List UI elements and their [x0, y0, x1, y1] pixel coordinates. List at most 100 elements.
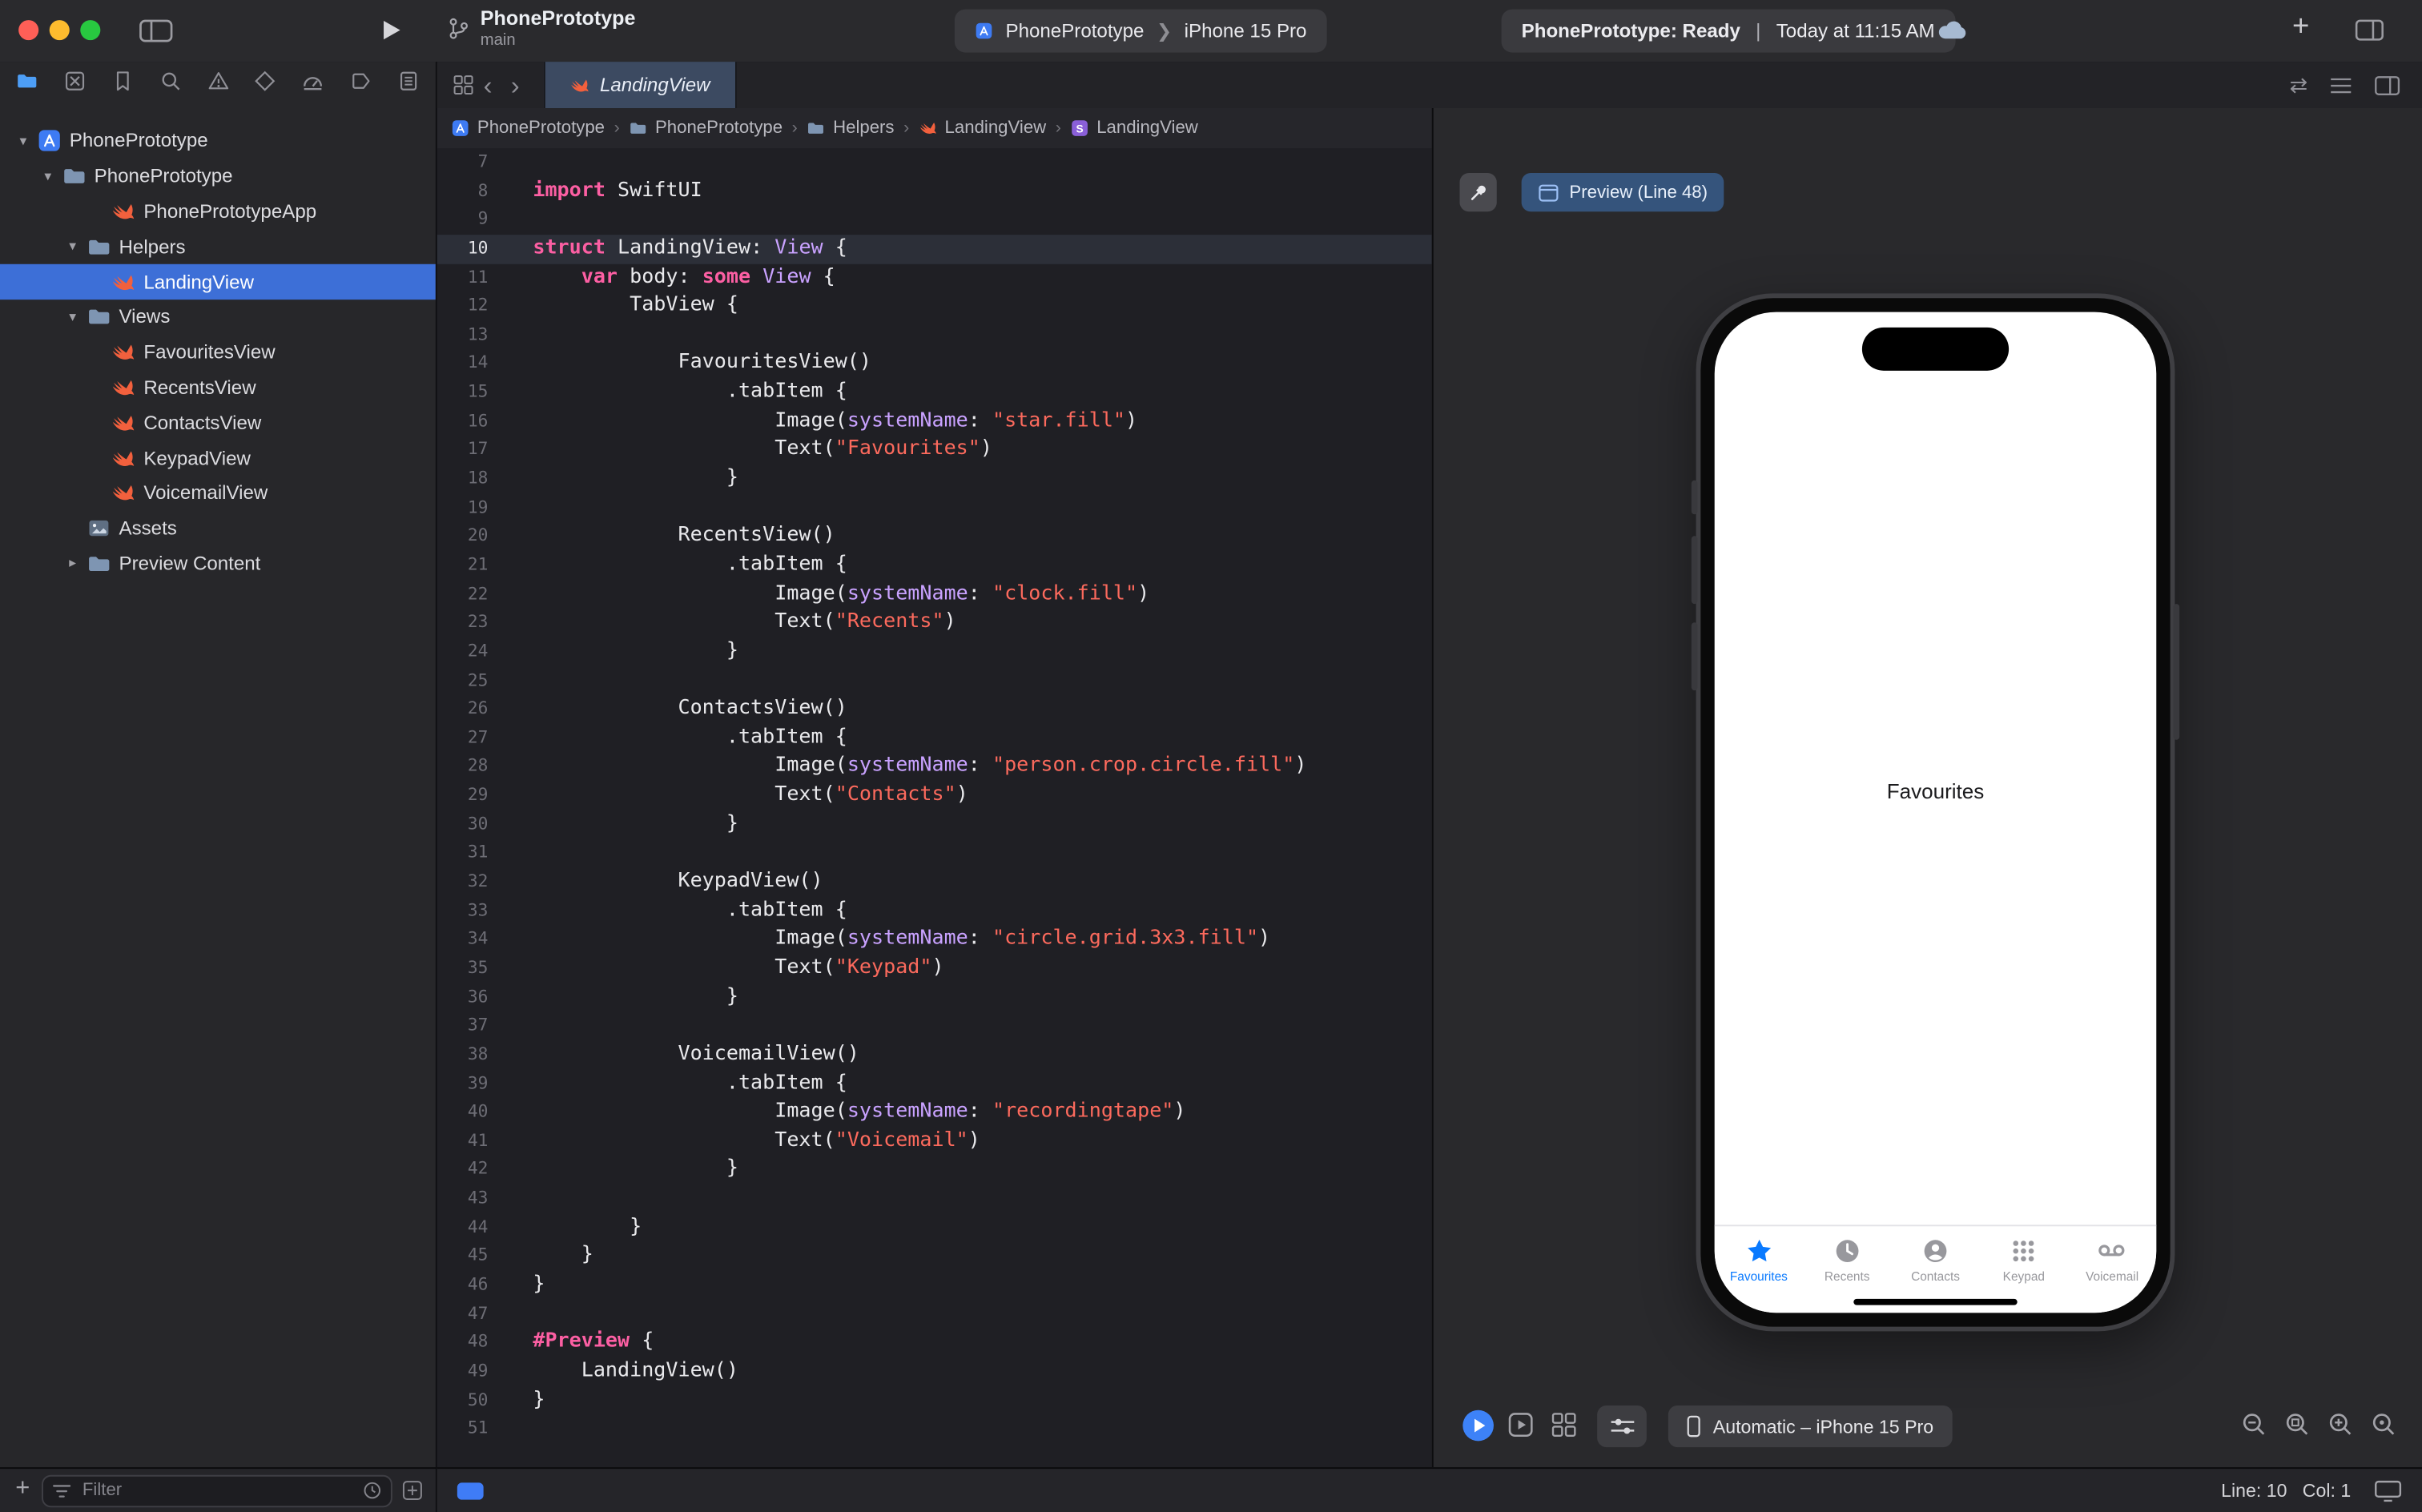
code-line-21[interactable]: 21 .tabItem { [437, 551, 1432, 580]
tree-item-phoneprototype[interactable]: ▾ PhonePrototype [0, 123, 436, 159]
go-forward-button[interactable]: › [501, 72, 529, 99]
code-line-45[interactable]: 45 } [437, 1242, 1432, 1271]
line-number[interactable]: 26 [437, 695, 502, 724]
disclosure-closed-icon[interactable]: ▸ [62, 555, 83, 572]
disclosure-open-icon[interactable]: ▾ [37, 168, 58, 185]
code-line-20[interactable]: 20 RecentsView() [437, 522, 1432, 551]
line-number[interactable]: 32 [437, 868, 502, 897]
zoom-in-icon[interactable] [2327, 1412, 2354, 1438]
tree-item-voicemailview[interactable]: VoicemailView [0, 476, 436, 511]
breadcrumb-segment-phoneprototype[interactable]: PhonePrototype [629, 119, 783, 138]
line-number[interactable]: 29 [437, 782, 502, 810]
scheme-selector[interactable]: PhonePrototype ❯ iPhone 15 Pro [954, 9, 1327, 53]
breadcrumb-segment-landingview[interactable]: S LandingView [1070, 119, 1198, 138]
code-review-icon[interactable]: ⇄ [2290, 72, 2308, 99]
code-line-8[interactable]: 8 import SwiftUI [437, 177, 1432, 206]
disclosure-open-icon[interactable]: ▾ [62, 308, 83, 325]
code-line-13[interactable]: 13 [437, 321, 1432, 350]
preview-grid-button[interactable] [1551, 1412, 1577, 1438]
line-number[interactable]: 20 [437, 522, 502, 551]
line-number[interactable]: 14 [437, 350, 502, 379]
code-line-19[interactable]: 19 [437, 494, 1432, 523]
line-number[interactable]: 48 [437, 1329, 502, 1357]
add-file-button[interactable]: + [0, 1475, 42, 1506]
line-number[interactable]: 12 [437, 292, 502, 321]
breadcrumb-segment-landingview[interactable]: LandingView [919, 119, 1046, 138]
code-line-30[interactable]: 30 } [437, 810, 1432, 839]
line-number[interactable]: 44 [437, 1213, 502, 1242]
minimize-window-button[interactable] [49, 20, 70, 41]
code-line-43[interactable]: 43 [437, 1184, 1432, 1213]
tree-item-keypadview[interactable]: KeypadView [0, 440, 436, 476]
line-number[interactable]: 22 [437, 580, 502, 609]
line-number[interactable]: 47 [437, 1300, 502, 1329]
code-line-35[interactable]: 35 Text("Keypad") [437, 955, 1432, 983]
toggle-navigator-icon[interactable] [139, 18, 173, 43]
code-line-40[interactable]: 40 Image(systemName: "recordingtape") [437, 1098, 1432, 1127]
go-back-button[interactable]: ‹ [474, 72, 501, 99]
code-line-44[interactable]: 44 } [437, 1213, 1432, 1242]
code-line-7[interactable]: 7 [437, 148, 1432, 177]
tree-item-favouritesview[interactable]: FavouritesView [0, 335, 436, 370]
source-control-filter-icon[interactable] [401, 1480, 423, 1502]
line-number[interactable]: 11 [437, 263, 502, 292]
line-number[interactable]: 7 [437, 148, 502, 177]
code-line-9[interactable]: 9 [437, 206, 1432, 235]
preview-tab-button[interactable]: Preview (Line 48) [1521, 172, 1725, 212]
code-line-34[interactable]: 34 Image(systemName: "circle.grid.3x3.fi… [437, 926, 1432, 955]
source-editor[interactable]: 7 8 import SwiftUI 9 10 struct LandingView: V… [437, 148, 1432, 1468]
line-number[interactable]: 34 [437, 926, 502, 955]
tree-item-contactsview[interactable]: ContactsView [0, 405, 436, 440]
display-icon[interactable] [2374, 1479, 2402, 1502]
code-line-16[interactable]: 16 Image(systemName: "star.fill") [437, 408, 1432, 436]
tab-landingview[interactable]: LandingView [544, 62, 737, 108]
code-line-10[interactable]: 10 struct LandingView: View { [437, 234, 1432, 263]
code-line-38[interactable]: 38 VoicemailView() [437, 1041, 1432, 1070]
code-line-26[interactable]: 26 ContactsView() [437, 695, 1432, 724]
code-line-29[interactable]: 29 Text("Contacts") [437, 782, 1432, 810]
line-number[interactable]: 18 [437, 465, 502, 494]
breadcrumb-segment-helpers[interactable]: Helpers [807, 119, 895, 138]
run-button[interactable] [381, 18, 401, 42]
line-number[interactable]: 28 [437, 753, 502, 782]
breadcrumb-segment-phoneprototype[interactable]: PhonePrototype [451, 119, 605, 138]
code-line-32[interactable]: 32 KeypadView() [437, 868, 1432, 897]
line-number[interactable]: 39 [437, 1070, 502, 1099]
related-items-icon[interactable] [453, 74, 474, 96]
code-line-28[interactable]: 28 Image(systemName: "person.crop.circle… [437, 753, 1432, 782]
line-number[interactable]: 10 [437, 235, 502, 263]
code-line-42[interactable]: 42 } [437, 1156, 1432, 1184]
line-number[interactable]: 45 [437, 1242, 502, 1271]
line-number[interactable]: 24 [437, 637, 502, 666]
line-number[interactable]: 51 [437, 1415, 502, 1444]
navigator-tab-reports[interactable] [397, 70, 420, 101]
code-line-11[interactable]: 11 var body: some View { [437, 263, 1432, 292]
navigator-tab-breakpoints[interactable] [349, 70, 372, 101]
line-number[interactable]: 27 [437, 724, 502, 753]
line-number[interactable]: 42 [437, 1156, 502, 1184]
run-destination[interactable]: iPhone 15 Pro [1185, 20, 1307, 42]
code-line-23[interactable]: 23 Text("Recents") [437, 609, 1432, 637]
code-line-12[interactable]: 12 TabView { [437, 292, 1432, 321]
code-line-37[interactable]: 37 [437, 1012, 1432, 1041]
tree-item-helpers[interactable]: ▾ Helpers [0, 229, 436, 264]
line-number[interactable]: 16 [437, 408, 502, 436]
device-settings-button[interactable] [1597, 1405, 1647, 1448]
filter-field[interactable] [42, 1474, 392, 1507]
navigator-tab-debug[interactable] [302, 70, 325, 101]
line-number[interactable]: 21 [437, 551, 502, 580]
disclosure-open-icon[interactable]: ▾ [62, 239, 83, 255]
activity-status[interactable]: PhonePrototype: Ready | Today at 11:15 A… [1501, 9, 1955, 53]
code-line-47[interactable]: 47 [437, 1300, 1432, 1329]
navigator-tab-tests[interactable] [254, 70, 277, 101]
navigator-tab-bookmarks[interactable] [111, 70, 134, 101]
code-line-49[interactable]: 49 LandingView() [437, 1357, 1432, 1386]
cloud-status-icon[interactable] [1935, 18, 1969, 42]
code-line-17[interactable]: 17 Text("Favourites") [437, 436, 1432, 465]
line-number[interactable]: 43 [437, 1184, 502, 1213]
zoom-out-icon[interactable] [2241, 1412, 2267, 1438]
navigator-tab-find[interactable] [159, 70, 182, 101]
line-number[interactable]: 23 [437, 609, 502, 637]
pin-preview-button[interactable] [1459, 172, 1497, 212]
line-number[interactable]: 13 [437, 321, 502, 350]
